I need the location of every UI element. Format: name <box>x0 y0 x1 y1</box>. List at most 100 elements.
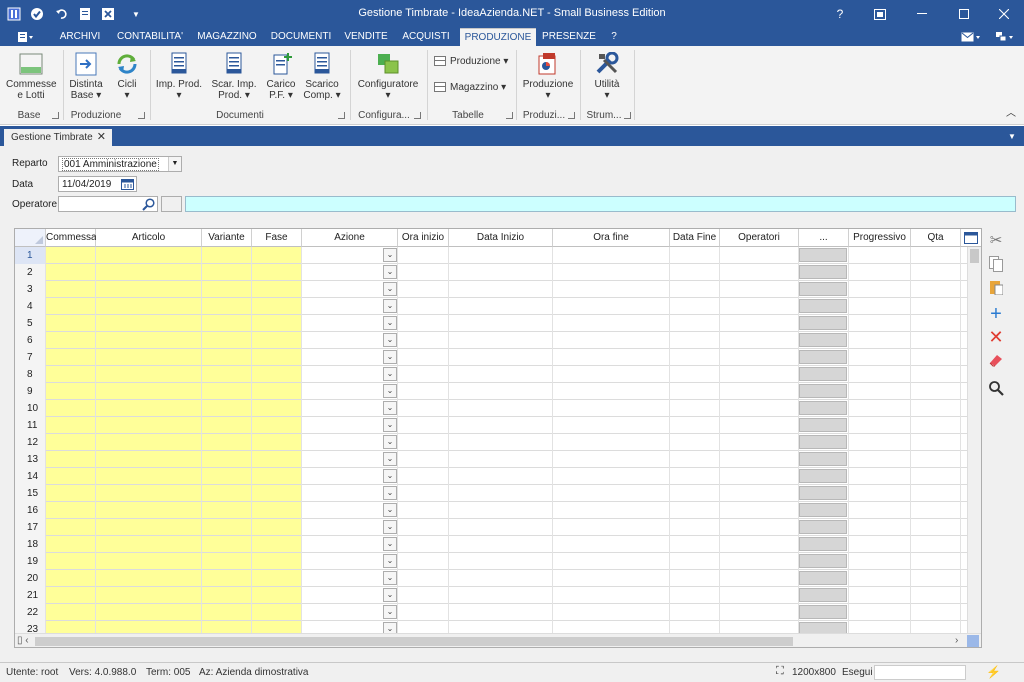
azione-dropdown-icon[interactable]: ⌄ <box>383 384 397 398</box>
row-action-button[interactable] <box>799 316 847 330</box>
table-row[interactable]: 3 ⌄ <box>15 281 967 298</box>
azione-dropdown-icon[interactable]: ⌄ <box>383 452 397 466</box>
configuratore-button[interactable]: Configuratore ▾ <box>354 52 422 101</box>
tab-produzione[interactable]: PRODUZIONE <box>460 28 536 46</box>
row-action-button[interactable] <box>799 384 847 398</box>
row-number[interactable]: 15 <box>15 485 46 502</box>
group-launcher-icon[interactable] <box>52 112 59 119</box>
column-header-ora-inizio[interactable]: Ora inizio <box>398 229 449 247</box>
grid-corner[interactable] <box>15 229 46 247</box>
row-number[interactable]: 22 <box>15 604 46 621</box>
azione-dropdown-icon[interactable]: ⌄ <box>383 367 397 381</box>
row-action-button[interactable] <box>799 401 847 415</box>
tab-acquisti[interactable]: ACQUISTI <box>396 28 456 46</box>
table-row[interactable]: 8 ⌄ <box>15 366 967 383</box>
scarico-comp-button[interactable]: Scarico Comp. ▾ <box>300 52 344 101</box>
row-number[interactable]: 1 <box>15 247 46 264</box>
table-row[interactable]: 14 ⌄ <box>15 468 967 485</box>
close-icon[interactable] <box>984 0 1024 28</box>
azione-dropdown-icon[interactable]: ⌄ <box>383 418 397 432</box>
editable-cells[interactable] <box>46 519 302 535</box>
horizontal-scrollbar[interactable]: ▯ ‹ › <box>15 633 981 647</box>
operatore-code-box[interactable] <box>161 196 182 212</box>
row-action-button[interactable] <box>799 554 847 568</box>
table-row[interactable]: 2 ⌄ <box>15 264 967 281</box>
row-action-button[interactable] <box>799 435 847 449</box>
column-header-data-fine[interactable]: Data Fine <box>670 229 720 247</box>
horizontal-scroll-thumb[interactable] <box>35 637 793 646</box>
table-row[interactable]: 12 ⌄ <box>15 434 967 451</box>
editable-cells[interactable] <box>46 400 302 416</box>
close-tab-icon[interactable]: ✕ <box>97 129 106 146</box>
windows-menu-icon[interactable] <box>992 28 1018 46</box>
row-action-button[interactable] <box>799 588 847 602</box>
group-launcher-icon[interactable] <box>568 112 575 119</box>
azione-dropdown-icon[interactable]: ⌄ <box>383 554 397 568</box>
group-launcher-icon[interactable] <box>414 112 421 119</box>
table-row[interactable]: 10 ⌄ <box>15 400 967 417</box>
row-number[interactable]: 9 <box>15 383 46 400</box>
row-number[interactable]: 12 <box>15 434 46 451</box>
editable-cells[interactable] <box>46 383 302 399</box>
row-number[interactable]: 10 <box>15 400 46 417</box>
column-header-operatori[interactable]: Operatori <box>720 229 799 247</box>
column-header-qta[interactable]: Qta <box>911 229 961 247</box>
column-chooser-icon[interactable] <box>961 229 981 247</box>
azione-dropdown-icon[interactable]: ⌄ <box>383 503 397 517</box>
cut-icon[interactable]: ✂ <box>986 230 1006 250</box>
editable-cells[interactable] <box>46 349 302 365</box>
azione-dropdown-icon[interactable]: ⌄ <box>383 435 397 449</box>
tab-vendite[interactable]: VENDITE <box>342 28 390 46</box>
table-row[interactable]: 16 ⌄ <box>15 502 967 519</box>
editable-cells[interactable] <box>46 332 302 348</box>
table-row[interactable]: 1 ⌄ <box>15 247 967 264</box>
table-row[interactable]: 7 ⌄ <box>15 349 967 366</box>
column-header-commessa[interactable]: Commessa <box>46 229 97 247</box>
search-icon[interactable] <box>986 378 1006 398</box>
row-number[interactable]: 6 <box>15 332 46 349</box>
imp-prod-button[interactable]: Imp. Prod. ▾ <box>154 52 204 101</box>
row-action-button[interactable] <box>799 265 847 279</box>
tabelle-magazzino-button[interactable]: Magazzino ▾ <box>434 82 514 93</box>
restore-layout-icon[interactable] <box>860 0 900 28</box>
editable-cells[interactable] <box>46 553 302 569</box>
row-action-button[interactable] <box>799 503 847 517</box>
table-row[interactable]: 21 ⌄ <box>15 587 967 604</box>
column-header-ora-fine[interactable]: Ora fine <box>553 229 670 247</box>
copy-icon[interactable] <box>986 254 1006 274</box>
row-number[interactable]: 16 <box>15 502 46 519</box>
scroll-left-icon[interactable]: ▯ ‹ <box>17 635 29 646</box>
editable-cells[interactable] <box>46 366 302 382</box>
column-header-data-inizio[interactable]: Data Inizio <box>449 229 553 247</box>
add-icon[interactable]: + <box>986 303 1006 325</box>
data-field[interactable]: 11/04/2019 <box>58 176 137 192</box>
editable-cells[interactable] <box>46 298 302 314</box>
operatore-field[interactable] <box>58 196 158 212</box>
tab-archivi[interactable]: ARCHIVI <box>54 28 106 46</box>
calendar-icon[interactable] <box>121 178 134 190</box>
row-action-button[interactable] <box>799 248 847 262</box>
column-header-articolo[interactable]: Articolo <box>96 229 202 247</box>
commesse-lotti-button[interactable]: Commesse e Lotti <box>6 52 57 101</box>
column-header-fase[interactable]: Fase <box>252 229 302 247</box>
table-row[interactable]: 9 ⌄ <box>15 383 967 400</box>
carico-pf-button[interactable]: Carico P.F. ▾ <box>262 52 300 101</box>
vertical-scroll-thumb[interactable] <box>970 249 979 263</box>
table-row[interactable]: 19 ⌄ <box>15 553 967 570</box>
search-icon[interactable] <box>142 198 155 211</box>
group-launcher-icon[interactable] <box>338 112 345 119</box>
scar-imp-prod-button[interactable]: Scar. Imp. Prod. ▾ <box>208 52 260 101</box>
table-row[interactable]: 5 ⌄ <box>15 315 967 332</box>
editable-cells[interactable] <box>46 247 302 263</box>
azione-dropdown-icon[interactable]: ⌄ <box>383 350 397 364</box>
row-number[interactable]: 18 <box>15 536 46 553</box>
esegui-input[interactable] <box>874 665 966 680</box>
row-action-button[interactable] <box>799 282 847 296</box>
table-row[interactable]: 17 ⌄ <box>15 519 967 536</box>
row-action-button[interactable] <box>799 333 847 347</box>
azione-dropdown-icon[interactable]: ⌄ <box>383 469 397 483</box>
azione-dropdown-icon[interactable]: ⌄ <box>383 401 397 415</box>
row-number[interactable]: 11 <box>15 417 46 434</box>
group-launcher-icon[interactable] <box>624 112 631 119</box>
reparto-combobox[interactable]: 001 Amministrazione ▼ <box>58 156 182 172</box>
